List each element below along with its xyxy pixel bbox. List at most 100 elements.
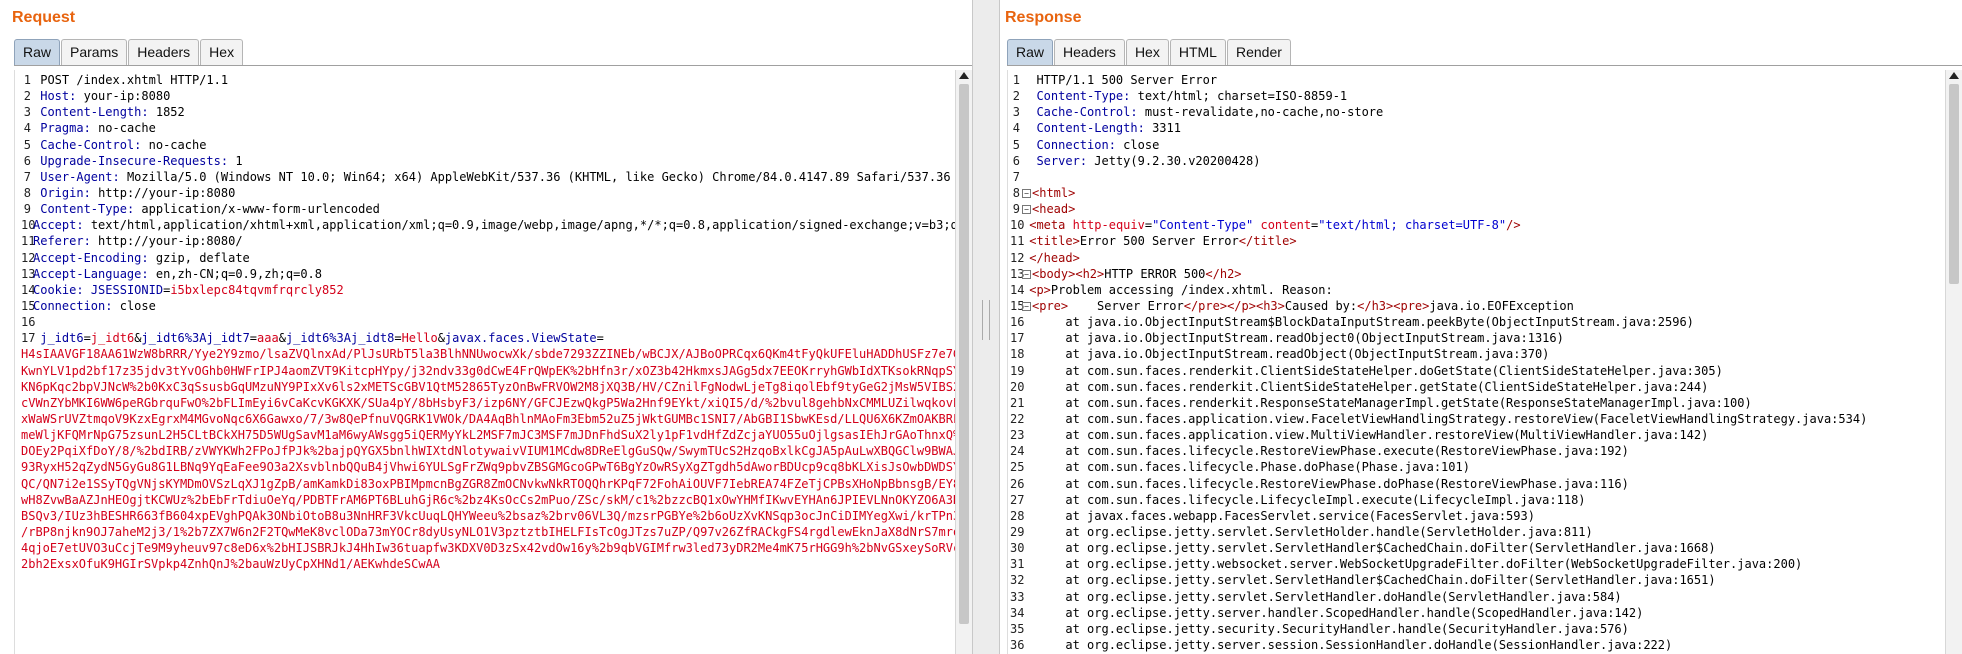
request-scrollbar[interactable]	[955, 70, 972, 654]
response-scrollbar[interactable]	[1945, 70, 1962, 654]
html-line: 10 <meta http-equiv="Content-Type" conte…	[1010, 218, 1521, 233]
stack-text: at org.eclipse.jetty.server.handler.Scop…	[1065, 605, 1644, 620]
header-line: 13Accept-Language: en,zh-CN;q=0.9,zh;q=0…	[21, 266, 323, 281]
tab-hex[interactable]: Hex	[1125, 39, 1169, 65]
viewstate-line: cVWnZYbMKI6WW6peRGbrquFwO%2bFLImEyi6vCaK…	[21, 395, 972, 411]
html-line: 11 <title>Error 500 Server Error</title>	[1010, 234, 1297, 249]
blank-line: 16	[21, 315, 36, 330]
header-value: close	[1123, 137, 1160, 152]
header-name: Content-Type	[40, 202, 127, 217]
stack-text: at com.sun.faces.lifecycle.RestoreViewPh…	[1065, 476, 1629, 491]
scroll-thumb[interactable]	[1949, 84, 1959, 284]
header-line: 8 Origin: http://your-ip:8080	[23, 185, 236, 200]
stack-line: 25 at com.sun.faces.lifecycle.Phase.doPh…	[1010, 459, 1944, 475]
html-tag: <p>	[1029, 282, 1051, 297]
stack-text: at java.io.ObjectInputStream.readObject(…	[1065, 347, 1550, 362]
cookie-line: 14Cookie: JSESSIONID=i5bxlepc84tqvmfrqrc…	[21, 282, 344, 297]
request-lines: 1 POST /index.xhtml HTTP/1.1 2 Host: you…	[21, 72, 972, 572]
html-attr-value: "Content-Type"	[1152, 218, 1254, 233]
tab-headers[interactable]: Headers	[128, 39, 200, 65]
stack-trace-block: 16 at java.io.ObjectInputStream$BlockDat…	[1010, 314, 1944, 654]
tab-raw[interactable]: Raw	[1007, 39, 1054, 65]
viewstate-line: wH8ZvwBaAZJnHEOgjtKCWUz%2bEbFrTdiuOeYq/P…	[21, 492, 972, 508]
header-value: 1	[235, 153, 243, 168]
viewstate-text: DOEy2PqiXfDoY/8/%2bdIRB/zVWYKWh2FPoJfPJk…	[21, 444, 972, 459]
request-line-text: POST /index.xhtml HTTP/1.1	[40, 73, 229, 87]
request-editor[interactable]: 1 POST /index.xhtml HTTP/1.1 2 Host: you…	[14, 70, 972, 654]
stack-text: at org.eclipse.jetty.websocket.server.We…	[1065, 557, 1803, 572]
stack-text: at com.sun.faces.renderkit.ClientSideSta…	[1065, 379, 1709, 394]
fold-collapse-icon[interactable]: −	[1022, 188, 1031, 198]
tab-headers[interactable]: Headers	[1054, 39, 1125, 65]
stack-line: 22 at com.sun.faces.application.view.Fac…	[1010, 411, 1944, 427]
line-number: 33	[1010, 589, 1025, 604]
html-text: HTTP ERROR 500	[1104, 266, 1206, 281]
stack-line: 20 at com.sun.faces.renderkit.ClientSide…	[1010, 379, 1944, 395]
viewstate-text: meWljKFQMrNpG75zsunL2H5CLtBCkXH75D5WUgSa…	[21, 428, 972, 443]
line-number: 27	[1010, 492, 1025, 507]
request-tabs: Raw Params Headers Hex	[14, 39, 244, 65]
tab-html[interactable]: HTML	[1169, 39, 1226, 65]
scroll-up-arrow-icon[interactable]	[959, 72, 969, 79]
stack-text: at javax.faces.webapp.FacesServlet.servi…	[1065, 508, 1535, 523]
html-tag: <pre>	[1032, 298, 1069, 313]
divider-grip[interactable]	[982, 300, 990, 340]
viewstate-text: BSQv3/IUz3hBESHR663fB604xpEVghPQAk3ONbiO…	[21, 508, 972, 523]
html-text: java.io.EOFException	[1429, 298, 1574, 313]
header-value: must-revalidate,no-cache,no-store	[1144, 105, 1384, 120]
line-number: 23	[1010, 428, 1025, 443]
header-name: Server	[1036, 153, 1080, 168]
html-line: 13− <body><h2>HTTP ERROR 500</h2>	[1010, 266, 1242, 281]
fold-collapse-icon[interactable]: −	[1022, 269, 1031, 279]
stack-line: 35 at org.eclipse.jetty.security.Securit…	[1010, 621, 1944, 637]
header-line: 4 Content-Length: 3311	[1012, 121, 1181, 136]
cookie-name: JSESSIONID	[90, 282, 164, 297]
stack-line: 32 at org.eclipse.jetty.servlet.ServletH…	[1010, 572, 1944, 588]
viewstate-text: 93RyxH52qZydN5GyGu8G1LBNq9YqEaFee9O3a2Xs…	[21, 460, 972, 475]
html-text: Problem accessing /index.xhtml. Reason:	[1050, 282, 1333, 297]
header-line: 6 Upgrade-Insecure-Requests: 1	[23, 153, 243, 168]
panel-divider[interactable]	[972, 0, 1000, 654]
line-number: 17	[1010, 331, 1025, 346]
header-name: Accept-Encoding	[33, 250, 142, 265]
header-line: 12Accept-Encoding: gzip, deflate	[21, 250, 250, 265]
stack-line: 31 at org.eclipse.jetty.websocket.server…	[1010, 556, 1944, 572]
tab-params[interactable]: Params	[61, 39, 128, 65]
tab-hex[interactable]: Hex	[200, 39, 244, 65]
status-line-text: HTTP/1.1 500 Server Error	[1036, 73, 1218, 87]
viewstate-line: 2bh2ExsxOfuK9HGIrSVpkp4ZnhQnJ%2bauWzUyCp…	[21, 556, 954, 572]
stack-text: at com.sun.faces.renderkit.ResponseState…	[1065, 395, 1752, 410]
line-number: 29	[1010, 524, 1025, 539]
viewstate-line: meWljKFQMrNpG75zsunL2H5CLtBCkXH75D5WUgSa…	[21, 427, 972, 443]
line-number: 32	[1010, 573, 1025, 588]
header-name: Content-Type	[1036, 89, 1124, 104]
stack-line: 28 at javax.faces.webapp.FacesServlet.se…	[1010, 508, 1944, 524]
param-name: j_idt6%3Aj_idt7	[141, 331, 250, 346]
param-name: j_idt6%3Aj_idt8	[285, 331, 395, 346]
header-name: Connection	[1036, 137, 1109, 152]
viewstate-line: 93RyxH52qZydN5GyGu8G1LBNq9YqEaFee9O3a2Xs…	[21, 459, 972, 475]
tab-raw[interactable]: Raw	[14, 39, 61, 65]
fold-collapse-icon[interactable]: −	[1022, 205, 1031, 215]
fold-collapse-icon[interactable]: −	[1022, 301, 1031, 311]
scroll-up-arrow-icon[interactable]	[1949, 72, 1959, 79]
response-editor[interactable]: 1 HTTP/1.1 500 Server Error 2 Content-Ty…	[1007, 70, 1962, 654]
line-number: 22	[1010, 411, 1025, 426]
html-tag: </h3><pre>	[1357, 298, 1430, 313]
viewstate-line: xWaWSrUVZtmqoV9KzxEgrxM4MGvoNqc6X6Gawxo/…	[21, 411, 972, 427]
header-line: 10Accept: text/html,application/xhtml+xm…	[21, 217, 972, 233]
header-name: Content-Length	[1036, 121, 1138, 136]
html-text: Caused by:	[1284, 298, 1358, 313]
request-panel: Request Raw Params Headers Hex 1 POST /i…	[0, 0, 972, 654]
tab-render[interactable]: Render	[1226, 39, 1291, 65]
viewstate-line: KwnYLV1pd2bf17z35jdv3tYvOGhb0HWFrIPJ4aom…	[21, 363, 972, 379]
viewstate-text: xWaWSrUVZtmqoV9KzxEgrxM4MGvoNqc6X6Gawxo/…	[21, 411, 972, 426]
viewstate-line: H4sIAAVGF18AA61WzW8bRRR/Yye2Y9zmo/lsaZVQ…	[21, 346, 972, 362]
header-value: gzip, deflate	[155, 250, 250, 265]
viewstate-text: cVWnZYbMKI6WW6peRGbrquFwO%2bFLImEyi6vCaK…	[21, 395, 972, 410]
viewstate-text: KwnYLV1pd2bf17z35jdv3tYvOGhb0HWFrIPJ4aom…	[21, 363, 972, 378]
stack-line: 21 at com.sun.faces.renderkit.ResponseSt…	[1010, 395, 1944, 411]
scroll-thumb[interactable]	[959, 84, 969, 624]
line-number: 19	[1010, 363, 1025, 378]
response-lines: 1 HTTP/1.1 500 Server Error 2 Content-Ty…	[1010, 72, 1944, 654]
